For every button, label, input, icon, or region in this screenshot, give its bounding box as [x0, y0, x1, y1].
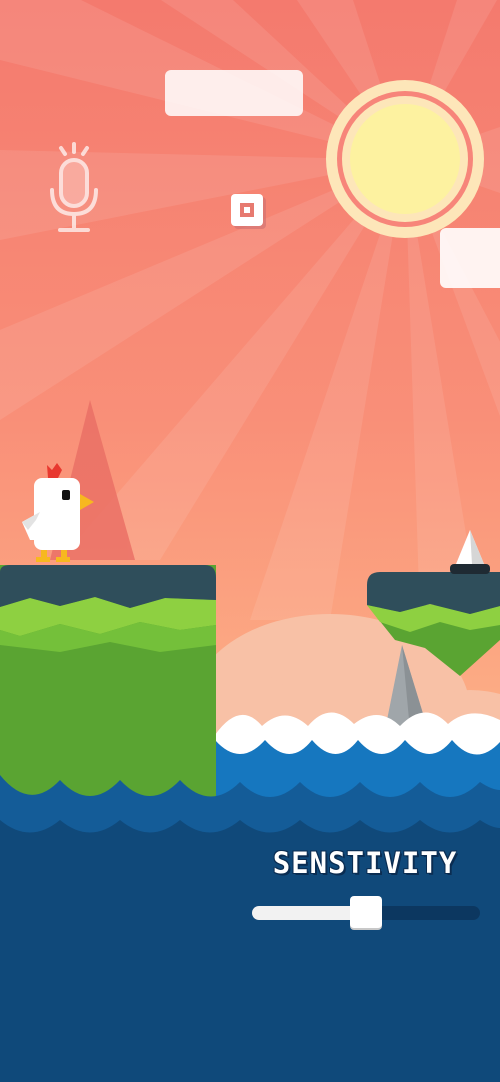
pause-button[interactable]: [229, 192, 267, 230]
left-cliff: [0, 565, 216, 805]
sea-floor: [0, 950, 500, 1082]
pause-icon: [231, 194, 266, 229]
sensitivity-slider[interactable]: [252, 896, 480, 930]
sun: [350, 104, 460, 214]
slider-thumb[interactable]: [350, 896, 382, 928]
slider-fill: [252, 906, 366, 920]
sensitivity-label: SENSTIVITY: [272, 846, 458, 880]
cloud: [440, 228, 500, 288]
cloud: [165, 70, 303, 116]
microphone-icon[interactable]: [48, 142, 100, 236]
microphone-icon-svg: [50, 142, 98, 232]
